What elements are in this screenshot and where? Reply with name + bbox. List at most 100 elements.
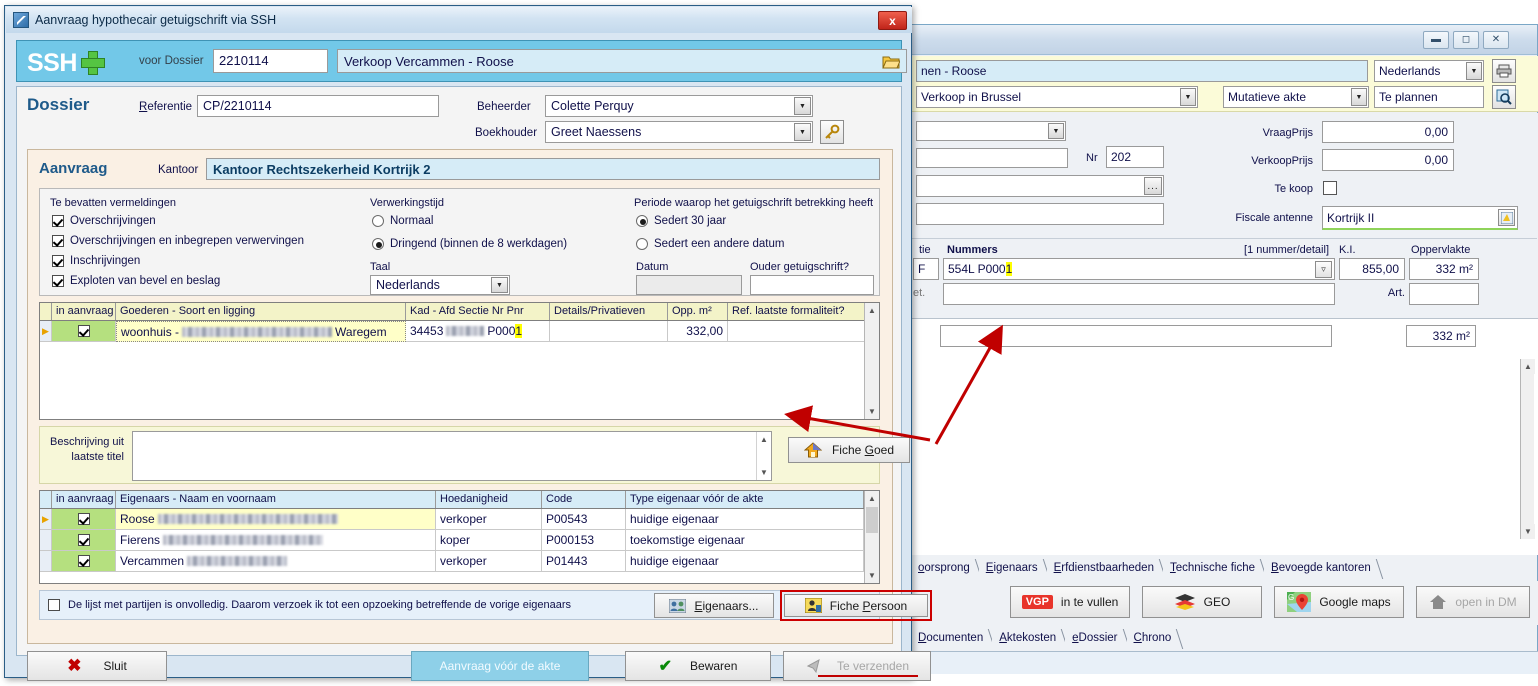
beschrijving-textarea[interactable]: ▲ ▼ bbox=[132, 431, 772, 481]
checkbox-inschrijvingen[interactable]: Inschrijvingen bbox=[52, 255, 140, 267]
oppervlakte-field[interactable]: 332 m² bbox=[1409, 258, 1479, 280]
scrollbar-thumb[interactable] bbox=[866, 507, 878, 533]
radio-normaal[interactable]: Normaal bbox=[372, 215, 433, 227]
verkoopprijs-field[interactable]: 0,00 bbox=[1322, 149, 1454, 171]
checkbox-icon[interactable] bbox=[52, 235, 64, 247]
table-row[interactable]: Roose verkoper P00543 huidige eigenaar bbox=[40, 509, 879, 530]
in-te-vullen-button[interactable]: VGP in te vullen bbox=[1010, 586, 1130, 618]
bg-total-opp-field[interactable]: 332 m² bbox=[1406, 325, 1476, 347]
scroll-down-icon[interactable]: ▼ bbox=[865, 404, 879, 419]
bewaren-button[interactable]: ✔ Bewaren bbox=[625, 651, 771, 681]
chevron-down-icon[interactable]: ▼ bbox=[491, 277, 508, 293]
tab-technische-fiche[interactable]: Technische fiche bbox=[1162, 559, 1265, 579]
fiche-goed-button[interactable]: Fiche Goed bbox=[788, 437, 910, 463]
open-in-dm-button[interactable]: open in DM bbox=[1416, 586, 1530, 618]
bg-scrollbar[interactable]: ▲ ▼ bbox=[1520, 359, 1535, 539]
aanvraag-voor-akte-button[interactable]: Aanvraag vóór de akte bbox=[411, 651, 589, 681]
chevron-down-icon[interactable]: ▼ bbox=[1180, 88, 1196, 106]
close-icon[interactable]: x bbox=[878, 11, 907, 30]
sluit-button[interactable]: ✖ Sluit bbox=[27, 651, 167, 681]
radio-sedert-30-jaar[interactable]: Sedert 30 jaar bbox=[636, 215, 726, 227]
checkbox-icon[interactable] bbox=[52, 275, 64, 287]
tab-eigenaars[interactable]: Eigenaars bbox=[978, 559, 1047, 579]
bg-adres-field[interactable]: ... bbox=[916, 175, 1164, 197]
scroll-up-icon[interactable]: ▲ bbox=[865, 303, 879, 318]
eigenaars-button[interactable]: Eigenaars... bbox=[654, 593, 774, 618]
detail-field[interactable] bbox=[943, 283, 1335, 305]
chevron-down-icon[interactable]: ▼ bbox=[1466, 62, 1482, 80]
sectie-field[interactable]: F bbox=[913, 258, 939, 280]
checkbox-icon[interactable] bbox=[77, 534, 90, 546]
chevron-down-icon[interactable]: ▼ bbox=[1048, 123, 1064, 139]
ouder-getuigschrift-field[interactable] bbox=[750, 275, 874, 295]
tab-oorsprong[interactable]: oorsprong bbox=[911, 559, 979, 579]
beheerder-select[interactable]: Colette Perquy ▼ bbox=[545, 95, 813, 117]
tekoop-checkbox[interactable] bbox=[1323, 181, 1337, 195]
bg-mutatie-select[interactable]: Mutatieve akte ▼ bbox=[1223, 86, 1369, 108]
tab-documenten[interactable]: Documenten bbox=[911, 629, 993, 649]
te-verzenden-button[interactable]: Te verzenden bbox=[783, 651, 931, 681]
table-row[interactable]: woonhuis - Waregem 34453 P0001 332,00 bbox=[40, 321, 879, 342]
datum-field[interactable] bbox=[636, 275, 742, 295]
referentie-field[interactable]: CP/2210114 bbox=[197, 95, 439, 117]
row-checkbox-cell[interactable] bbox=[52, 551, 116, 572]
printer-icon[interactable] bbox=[1492, 59, 1516, 83]
tab-erfdienstbaarheden[interactable]: Erfdienstbaarheden bbox=[1046, 559, 1163, 579]
bg-taal-select[interactable]: Nederlands ▼ bbox=[1374, 60, 1484, 82]
scroll-down-icon[interactable]: ▼ bbox=[757, 465, 771, 480]
checkbox-overschrijvingen[interactable]: Overschrijvingen bbox=[52, 215, 156, 227]
scroll-up-icon[interactable]: ▲ bbox=[1521, 359, 1535, 374]
radio-icon[interactable] bbox=[372, 215, 384, 227]
tab-edossier[interactable]: eDossier bbox=[1065, 629, 1127, 649]
checkbox-icon[interactable] bbox=[52, 215, 64, 227]
bg-extra-field[interactable] bbox=[916, 203, 1164, 225]
picker-icon[interactable] bbox=[1498, 209, 1515, 226]
minimize-icon[interactable]: ▬ bbox=[1423, 31, 1449, 49]
fiscale-antenne-field[interactable]: Kortrijk II bbox=[1322, 206, 1518, 230]
bg-misc-select[interactable]: ▼ bbox=[916, 121, 1066, 141]
row-checkbox-cell[interactable] bbox=[52, 530, 116, 551]
checkbox-overschrijvingen-verwervingen[interactable]: Overschrijvingen en inbegrepen verwervin… bbox=[52, 235, 304, 247]
chevron-down-icon[interactable]: ▼ bbox=[1351, 88, 1367, 106]
ellipsis-button[interactable]: ... bbox=[1144, 177, 1162, 195]
dossier-number-field[interactable]: 2210114 bbox=[213, 49, 328, 73]
chevron-double-down-icon[interactable]: ▿ bbox=[1315, 261, 1332, 278]
close-icon[interactable]: ✕ bbox=[1483, 31, 1509, 49]
boekhouder-select[interactable]: Greet Naessens ▼ bbox=[545, 121, 813, 143]
radio-icon[interactable] bbox=[372, 238, 384, 250]
fiche-persoon-button[interactable]: Fiche Persoon bbox=[784, 594, 928, 617]
scroll-up-icon[interactable]: ▲ bbox=[865, 491, 879, 506]
goederen-scrollbar[interactable]: ▲ ▼ bbox=[864, 303, 879, 419]
geo-button[interactable]: GEO bbox=[1142, 586, 1262, 618]
checkbox-icon[interactable] bbox=[52, 255, 64, 267]
checkbox-exploten[interactable]: Exploten van bevel en beslag bbox=[52, 275, 220, 287]
vraagprijs-field[interactable]: 0,00 bbox=[1322, 121, 1454, 143]
radio-sedert-andere-datum[interactable]: Sedert een andere datum bbox=[636, 238, 784, 250]
checkbox-icon[interactable] bbox=[77, 513, 90, 525]
google-maps-button[interactable]: G Google maps bbox=[1274, 586, 1404, 618]
onvolledig-checkbox[interactable] bbox=[48, 599, 60, 611]
scroll-down-icon[interactable]: ▼ bbox=[865, 568, 879, 583]
checkbox-icon[interactable] bbox=[77, 555, 90, 567]
checkbox-icon[interactable] bbox=[77, 325, 90, 337]
tab-bevoegde-kantoren[interactable]: Bevoegde kantoren bbox=[1264, 559, 1380, 579]
ki-field[interactable]: 855,00 bbox=[1339, 258, 1405, 280]
table-row[interactable]: Fierens koper P000153 toekomstige eigena… bbox=[40, 530, 879, 551]
eigenaars-scrollbar[interactable]: ▲ ▼ bbox=[864, 491, 879, 583]
chevron-down-icon[interactable]: ▼ bbox=[794, 123, 811, 141]
bg-nr-field[interactable]: 202 bbox=[1106, 146, 1164, 168]
radio-dringend[interactable]: Dringend (binnen de 8 werkdagen) bbox=[372, 238, 567, 250]
row-checkbox-cell[interactable] bbox=[52, 509, 116, 530]
search-icon[interactable] bbox=[1492, 85, 1516, 109]
scroll-down-icon[interactable]: ▼ bbox=[1521, 524, 1535, 539]
chevron-down-icon[interactable]: ▼ bbox=[794, 97, 811, 115]
radio-icon[interactable] bbox=[636, 215, 648, 227]
key-icon[interactable] bbox=[820, 120, 844, 144]
bg-planning-field[interactable]: Te plannen bbox=[1374, 86, 1484, 108]
bg-omschrijving-field[interactable] bbox=[940, 325, 1332, 347]
taal-select[interactable]: Nederlands ▼ bbox=[370, 275, 510, 295]
radio-icon[interactable] bbox=[636, 238, 648, 250]
beschrijving-scrollbar[interactable]: ▲ ▼ bbox=[756, 432, 771, 480]
nummer-field[interactable]: 554L P000 1 ▿ bbox=[943, 258, 1335, 280]
scroll-up-icon[interactable]: ▲ bbox=[757, 432, 771, 447]
